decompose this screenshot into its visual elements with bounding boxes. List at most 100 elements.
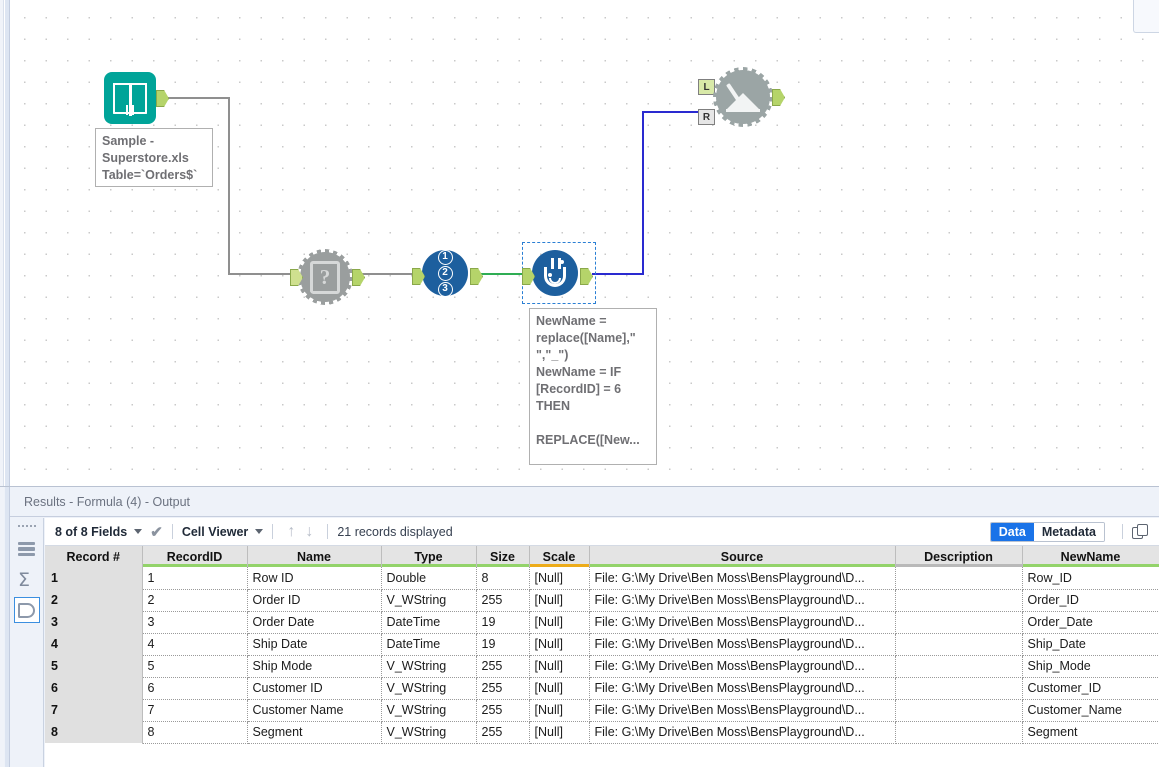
table-row[interactable]: 7 7 Customer Name V_WString 255 [Null] File: G… (45, 699, 1159, 722)
tool-formula[interactable] (522, 242, 596, 304)
table-cell[interactable]: 255 (476, 677, 530, 700)
table-cell[interactable]: Segment (1022, 721, 1159, 744)
fields-dropdown-caret-icon[interactable] (134, 529, 143, 534)
table-cell[interactable] (895, 611, 1023, 634)
table-cell[interactable] (895, 699, 1023, 722)
table-cell[interactable]: 19 (476, 633, 530, 656)
tool-join[interactable]: L R (698, 67, 785, 127)
table-cell[interactable]: File: G:\My Drive\Ben Moss\BensPlaygroun… (589, 567, 896, 590)
table-cell[interactable]: 19 (476, 611, 530, 634)
copy-icon[interactable] (1132, 523, 1149, 540)
summary-sigma-icon[interactable]: Σ (14, 567, 40, 593)
table-cell[interactable]: 255 (476, 589, 530, 612)
data-profile-icon[interactable] (13, 597, 40, 623)
table-cell[interactable]: V_WString (381, 677, 477, 700)
table-cell[interactable] (895, 589, 1023, 612)
table-cell[interactable]: Customer_ID (1022, 677, 1159, 700)
table-cell[interactable]: V_WString (381, 699, 477, 722)
table-cell[interactable]: Ship Date (247, 633, 382, 656)
column-header-newname[interactable]: NewName (1022, 546, 1159, 567)
table-cell[interactable]: File: G:\My Drive\Ben Moss\BensPlaygroun… (589, 721, 896, 744)
table-cell[interactable] (895, 633, 1023, 656)
table-cell[interactable]: File: G:\My Drive\Ben Moss\BensPlaygroun… (589, 677, 896, 700)
drag-handle-icon[interactable] (17, 522, 37, 530)
table-cell[interactable]: 8 (476, 567, 530, 590)
table-cell[interactable]: File: G:\My Drive\Ben Moss\BensPlaygroun… (589, 655, 896, 678)
table-cell[interactable]: 1 (142, 567, 248, 590)
table-cell[interactable]: Order ID (247, 589, 382, 612)
table-cell[interactable]: 255 (476, 655, 530, 678)
cell-viewer-dropdown-caret-icon[interactable] (255, 529, 264, 534)
table-row[interactable]: 8 8 Segment V_WString 255 [Null] File: G:\My D… (45, 721, 1159, 744)
table-cell[interactable]: Order_ID (1022, 589, 1159, 612)
table-cell[interactable]: File: G:\My Drive\Ben Moss\BensPlaygroun… (589, 633, 896, 656)
table-cell[interactable] (895, 721, 1023, 744)
table-cell[interactable]: 7 (142, 699, 248, 722)
column-header-scale[interactable]: Scale (529, 546, 590, 567)
join-right-input-anchor[interactable]: R (698, 109, 715, 125)
table-cell[interactable]: 255 (476, 699, 530, 722)
table-row[interactable]: 1 1 Row ID Double 8 [Null] File: G:\My Drive\B… (45, 567, 1159, 590)
scroll-up-icon[interactable]: ↑ (287, 523, 295, 541)
table-cell[interactable]: V_WString (381, 589, 477, 612)
table-cell[interactable]: 6 (142, 677, 248, 700)
table-cell[interactable] (895, 655, 1023, 678)
table-cell[interactable]: File: G:\My Drive\Ben Moss\BensPlaygroun… (589, 611, 896, 634)
table-cell[interactable]: Customer Name (247, 699, 382, 722)
table-cell[interactable]: [Null] (529, 633, 590, 656)
fields-count-label[interactable]: 8 of 8 Fields (55, 525, 127, 539)
table-cell[interactable]: [Null] (529, 721, 590, 744)
tool-field-info[interactable]: ? (290, 249, 365, 305)
table-cell[interactable]: Ship_Date (1022, 633, 1159, 656)
table-cell[interactable]: Order Date (247, 611, 382, 634)
tab-metadata[interactable]: Metadata (1033, 522, 1104, 541)
table-view-icon[interactable] (14, 537, 40, 563)
table-cell[interactable]: DateTime (381, 611, 477, 634)
table-cell[interactable]: 4 (142, 633, 248, 656)
table-cell[interactable]: [Null] (529, 699, 590, 722)
table-cell[interactable] (895, 567, 1023, 590)
results-title-bar[interactable]: Results - Formula (4) - Output (10, 487, 1159, 517)
table-cell[interactable]: Customer_Name (1022, 699, 1159, 722)
table-cell[interactable] (895, 677, 1023, 700)
table-cell[interactable]: Double (381, 567, 477, 590)
table-cell[interactable]: Row_ID (1022, 567, 1159, 590)
workflow-canvas[interactable]: Sample - Superstore.xls Table=`Orders$` … (0, 0, 1159, 486)
table-row[interactable]: 5 5 Ship Mode V_WString 255 [Null] File: G:\My… (45, 655, 1159, 678)
cell-viewer-label[interactable]: Cell Viewer (182, 525, 248, 539)
table-cell[interactable]: V_WString (381, 655, 477, 678)
table-cell[interactable]: DateTime (381, 633, 477, 656)
tool-input-data[interactable] (104, 72, 169, 124)
canvas-top-right-panel-tab[interactable] (1133, 0, 1159, 33)
scroll-down-icon[interactable]: ↓ (305, 523, 313, 541)
table-cell[interactable]: [Null] (529, 655, 590, 678)
apply-check-icon[interactable]: ✔ (150, 523, 163, 541)
table-cell[interactable]: File: G:\My Drive\Ben Moss\BensPlaygroun… (589, 589, 896, 612)
table-cell[interactable]: [Null] (529, 611, 590, 634)
column-header-recordid[interactable]: RecordID (142, 546, 248, 567)
table-cell[interactable]: Order_Date (1022, 611, 1159, 634)
table-cell[interactable]: 8 (142, 721, 248, 744)
results-grid[interactable]: Record # RecordID Name Type Size Scale S… (45, 546, 1159, 767)
column-header-description[interactable]: Description (895, 546, 1023, 567)
table-cell[interactable]: 5 (142, 655, 248, 678)
table-row[interactable]: 6 6 Customer ID V_WString 255 [Null] File: G:\… (45, 677, 1159, 700)
table-cell[interactable]: [Null] (529, 677, 590, 700)
table-cell[interactable]: 2 (142, 589, 248, 612)
table-cell[interactable]: File: G:\My Drive\Ben Moss\BensPlaygroun… (589, 699, 896, 722)
column-header-name[interactable]: Name (247, 546, 382, 567)
table-row[interactable]: 4 4 Ship Date DateTime 19 [Null] File: G:\My D… (45, 633, 1159, 656)
table-cell[interactable]: Ship Mode (247, 655, 382, 678)
table-row[interactable]: 2 2 Order ID V_WString 255 [Null] File: G:\My … (45, 589, 1159, 612)
table-cell[interactable]: [Null] (529, 567, 590, 590)
table-cell[interactable]: [Null] (529, 589, 590, 612)
table-cell[interactable]: Row ID (247, 567, 382, 590)
column-header-size[interactable]: Size (476, 546, 530, 567)
table-cell[interactable]: 255 (476, 721, 530, 744)
column-header-record-number[interactable]: Record # (45, 546, 143, 567)
column-header-type[interactable]: Type (381, 546, 477, 567)
table-cell[interactable]: V_WString (381, 721, 477, 744)
tool-record-id[interactable]: 1 2 3 (412, 249, 483, 297)
table-row[interactable]: 3 3 Order Date DateTime 19 [Null] File: G:\My … (45, 611, 1159, 634)
table-cell[interactable]: Customer ID (247, 677, 382, 700)
